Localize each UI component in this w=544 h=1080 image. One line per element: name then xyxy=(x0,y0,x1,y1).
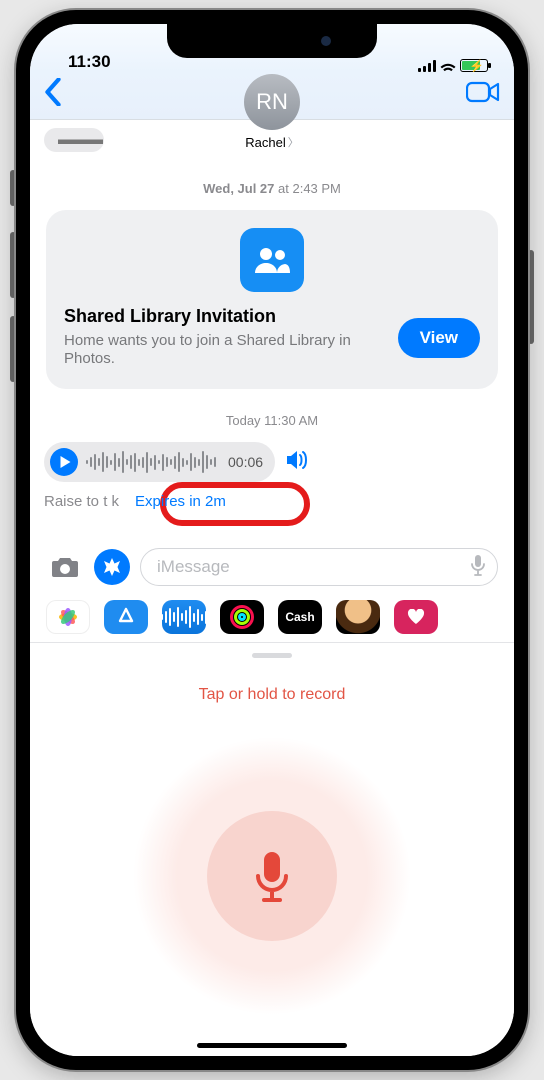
record-hint: Tap or hold to record xyxy=(30,686,514,704)
card-subtitle: Home wants you to join a Shared Library … xyxy=(64,332,386,370)
wifi-icon xyxy=(440,60,456,72)
camera-button[interactable] xyxy=(46,548,84,586)
facetime-button[interactable] xyxy=(466,80,500,109)
message-input-pill[interactable] xyxy=(140,548,498,586)
digital-touch-app-icon[interactable] xyxy=(394,600,438,634)
back-button[interactable] xyxy=(44,78,62,111)
status-indicators: ⚡ xyxy=(418,59,488,72)
home-indicator[interactable] xyxy=(197,1043,347,1048)
raise-to-talk-label: Raise to t k xyxy=(44,493,119,510)
conversation-header: RN Rachel 〉 xyxy=(30,72,514,120)
battery-icon: ⚡ xyxy=(460,59,488,72)
audio-messages-app-icon[interactable] xyxy=(162,600,206,634)
appstore-app-icon[interactable] xyxy=(104,600,148,634)
side-button-power[interactable] xyxy=(528,250,534,344)
view-button[interactable]: View xyxy=(398,318,480,358)
shared-library-card[interactable]: Shared Library Invitation Home wants you… xyxy=(46,210,498,389)
apps-button[interactable] xyxy=(94,549,130,585)
expires-label[interactable]: Expires in 2m xyxy=(125,490,236,513)
previous-message-bubble[interactable]: ▬▬▬ xyxy=(44,128,104,152)
fitness-app-icon[interactable] xyxy=(220,600,264,634)
compose-bar xyxy=(30,544,514,594)
screen: 11:30 ⚡ RN Rachel 〉 xyxy=(30,24,514,1056)
timestamp: Wed, Jul 27 at 2:43 PM xyxy=(44,181,500,196)
audio-record-panel: Tap or hold to record xyxy=(30,664,514,1056)
apple-cash-app-icon[interactable]: Cash xyxy=(278,600,322,634)
people-icon xyxy=(240,228,304,292)
memoji-app-icon[interactable] xyxy=(336,600,380,634)
card-title: Shared Library Invitation xyxy=(64,306,386,328)
audio-meta-row: Raise to t k Expires in 2m xyxy=(44,490,500,513)
cellular-icon xyxy=(418,60,436,72)
speaker-button[interactable] xyxy=(285,449,311,476)
record-button[interactable] xyxy=(207,811,337,941)
photos-app-icon[interactable] xyxy=(46,600,90,634)
notch xyxy=(167,24,377,58)
phone-frame: 11:30 ⚡ RN Rachel 〉 xyxy=(16,10,528,1070)
timestamp: Today 11:30 AM xyxy=(44,413,500,428)
waveform-icon xyxy=(86,450,216,474)
audio-message-bubble[interactable]: 00:06 xyxy=(44,442,275,482)
drawer-handle[interactable] xyxy=(252,653,292,658)
play-button[interactable] xyxy=(50,448,78,476)
record-button-area xyxy=(122,726,422,1026)
app-strip[interactable]: Cash xyxy=(30,594,514,643)
audio-message-row: 00:06 xyxy=(44,442,500,482)
message-thread[interactable]: ▬▬▬ Wed, Jul 27 at 2:43 PM Shared Librar… xyxy=(30,120,514,544)
message-input[interactable] xyxy=(157,557,469,577)
status-time: 11:30 xyxy=(68,52,111,72)
audio-duration: 00:06 xyxy=(228,454,263,470)
dictation-icon[interactable] xyxy=(469,554,487,581)
